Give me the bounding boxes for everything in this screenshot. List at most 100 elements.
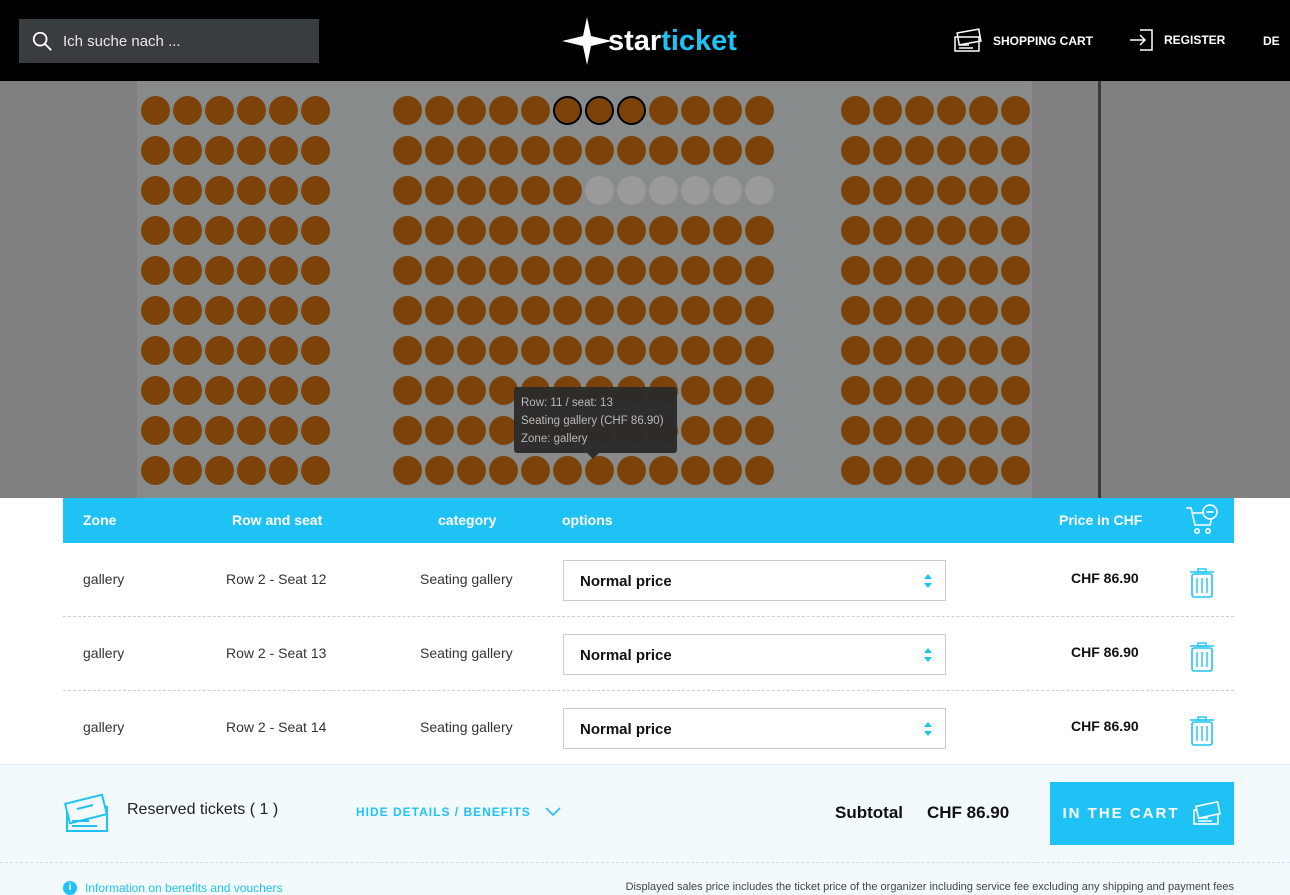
- seat[interactable]: [424, 335, 454, 365]
- seat[interactable]: [520, 95, 550, 125]
- seat[interactable]: [392, 175, 422, 205]
- trash-icon[interactable]: [1189, 568, 1215, 598]
- hide-details-toggle[interactable]: HIDE DETAILS / BENEFITS: [356, 805, 561, 819]
- seat[interactable]: [840, 455, 870, 485]
- seat[interactable]: [204, 135, 234, 165]
- seat[interactable]: [840, 375, 870, 405]
- seat[interactable]: [140, 135, 170, 165]
- seat[interactable]: [936, 415, 966, 445]
- seat[interactable]: [744, 175, 774, 205]
- seat[interactable]: [456, 95, 486, 125]
- seat[interactable]: [648, 295, 678, 325]
- seat[interactable]: [648, 135, 678, 165]
- seat[interactable]: [840, 95, 870, 125]
- seat[interactable]: [968, 415, 998, 445]
- seat[interactable]: [552, 175, 582, 205]
- seat[interactable]: [1000, 175, 1030, 205]
- seat[interactable]: [172, 295, 202, 325]
- seat[interactable]: [204, 215, 234, 245]
- seat[interactable]: [936, 95, 966, 125]
- seat[interactable]: [712, 415, 742, 445]
- seat[interactable]: [172, 255, 202, 285]
- seat[interactable]: [268, 375, 298, 405]
- starticket-logo[interactable]: star ticket: [562, 17, 737, 65]
- seat[interactable]: [552, 455, 582, 485]
- seat[interactable]: [552, 95, 582, 125]
- seat[interactable]: [520, 175, 550, 205]
- seat[interactable]: [904, 375, 934, 405]
- seat[interactable]: [712, 375, 742, 405]
- seat[interactable]: [680, 335, 710, 365]
- seat[interactable]: [488, 335, 518, 365]
- seat[interactable]: [872, 95, 902, 125]
- seat[interactable]: [872, 215, 902, 245]
- seat[interactable]: [584, 215, 614, 245]
- seat[interactable]: [744, 135, 774, 165]
- seat[interactable]: [648, 215, 678, 245]
- seat[interactable]: [236, 95, 266, 125]
- seat[interactable]: [1000, 255, 1030, 285]
- seat[interactable]: [236, 295, 266, 325]
- seat[interactable]: [872, 175, 902, 205]
- seat[interactable]: [300, 335, 330, 365]
- seat[interactable]: [140, 375, 170, 405]
- seat[interactable]: [236, 415, 266, 445]
- seat[interactable]: [904, 255, 934, 285]
- seat[interactable]: [140, 335, 170, 365]
- search-input[interactable]: [63, 32, 303, 50]
- seat[interactable]: [680, 175, 710, 205]
- seat[interactable]: [456, 215, 486, 245]
- seat[interactable]: [456, 295, 486, 325]
- seat[interactable]: [648, 95, 678, 125]
- seat[interactable]: [488, 95, 518, 125]
- seat[interactable]: [392, 255, 422, 285]
- seat[interactable]: [424, 455, 454, 485]
- in-the-cart-button[interactable]: IN THE CART: [1050, 782, 1234, 845]
- seat[interactable]: [872, 255, 902, 285]
- seat[interactable]: [904, 455, 934, 485]
- seat[interactable]: [456, 455, 486, 485]
- seat[interactable]: [872, 375, 902, 405]
- seat[interactable]: [680, 95, 710, 125]
- seat[interactable]: [300, 175, 330, 205]
- seat[interactable]: [840, 295, 870, 325]
- seat[interactable]: [172, 375, 202, 405]
- seat[interactable]: [712, 215, 742, 245]
- seat[interactable]: [236, 175, 266, 205]
- seat[interactable]: [1000, 215, 1030, 245]
- seat[interactable]: [552, 135, 582, 165]
- seat[interactable]: [936, 455, 966, 485]
- trash-icon[interactable]: [1189, 642, 1215, 672]
- seat[interactable]: [488, 455, 518, 485]
- seat[interactable]: [552, 255, 582, 285]
- seat[interactable]: [680, 295, 710, 325]
- seat[interactable]: [1000, 135, 1030, 165]
- seat[interactable]: [140, 215, 170, 245]
- seat[interactable]: [520, 335, 550, 365]
- seat[interactable]: [140, 255, 170, 285]
- seat[interactable]: [1000, 455, 1030, 485]
- seat[interactable]: [268, 335, 298, 365]
- seat[interactable]: [744, 295, 774, 325]
- seat[interactable]: [488, 215, 518, 245]
- seat[interactable]: [204, 375, 234, 405]
- seat[interactable]: [488, 295, 518, 325]
- seat[interactable]: [204, 175, 234, 205]
- language-switch[interactable]: DE: [1263, 34, 1280, 48]
- seat[interactable]: [424, 295, 454, 325]
- seat[interactable]: [172, 95, 202, 125]
- seat[interactable]: [268, 135, 298, 165]
- seat[interactable]: [392, 135, 422, 165]
- price-option-select[interactable]: Normal price: [563, 708, 946, 749]
- seat[interactable]: [904, 415, 934, 445]
- seat[interactable]: [140, 455, 170, 485]
- price-option-select[interactable]: Normal price: [563, 560, 946, 601]
- seat[interactable]: [236, 335, 266, 365]
- seat[interactable]: [616, 295, 646, 325]
- seat[interactable]: [456, 375, 486, 405]
- seat[interactable]: [616, 215, 646, 245]
- seat[interactable]: [424, 215, 454, 245]
- seat[interactable]: [300, 375, 330, 405]
- seat[interactable]: [680, 255, 710, 285]
- seat[interactable]: [968, 375, 998, 405]
